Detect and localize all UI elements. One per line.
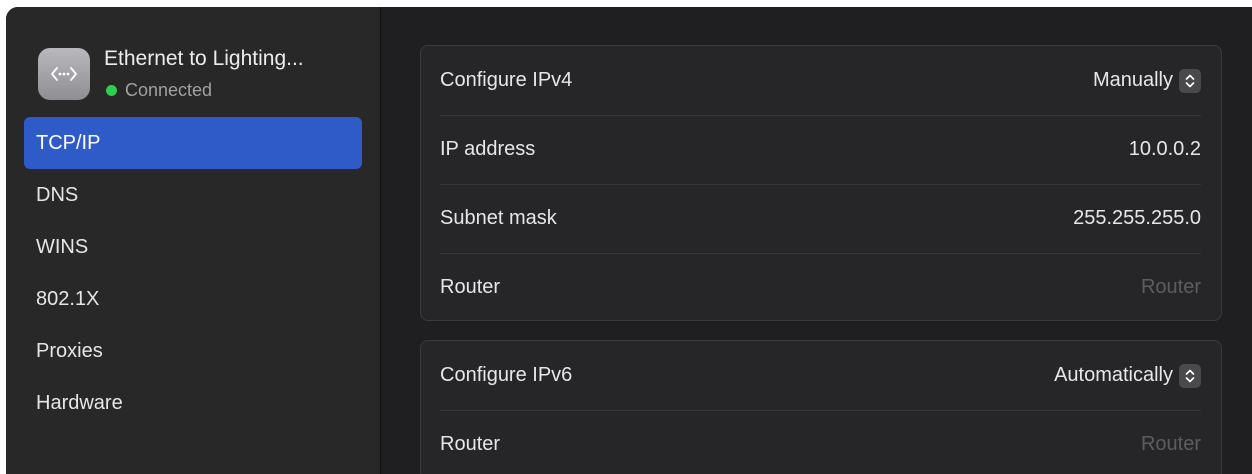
ipv6-router-row: Router Router [421, 410, 1221, 474]
sidebar: Ethernet to Lighting... Connected TCP/IP… [6, 7, 381, 474]
subnet-mask-label: Subnet mask [440, 207, 557, 229]
device-header: Ethernet to Lighting... Connected [36, 43, 366, 103]
chevron-up-down-icon [1179, 68, 1201, 93]
configure-ipv6-popup[interactable]: Automatically [1054, 363, 1201, 388]
status-text: Connected [125, 80, 213, 100]
ipv6-router-label: Router [440, 433, 501, 455]
configure-ipv4-popup[interactable]: Manually [1092, 68, 1201, 93]
ipv4-router-field[interactable]: Router [1141, 276, 1201, 299]
ipv4-settings-card: Configure IPv4 Manually IP address 10.0.… [420, 45, 1222, 321]
configure-ipv6-label: Configure IPv6 [440, 364, 573, 386]
sidebar-item-proxies[interactable]: Proxies [24, 325, 362, 377]
ip-address-row: IP address 10.0.0.2 [421, 115, 1221, 184]
ipv6-settings-card: Configure IPv6 Automatically Router Rout… [420, 340, 1222, 474]
configure-ipv4-value: Manually [1092, 69, 1173, 91]
configure-ipv6-row: Configure IPv6 Automatically [421, 341, 1221, 410]
ipv6-router-value: Router [1140, 433, 1201, 455]
sidebar-item-dns[interactable]: DNS [24, 169, 362, 221]
ethernet-icon [38, 48, 90, 100]
configure-ipv6-value: Automatically [1054, 364, 1173, 386]
configure-ipv4-label: Configure IPv4 [440, 69, 573, 91]
sidebar-nav: TCP/IP DNS WINS 802.1X Proxies Hardware [24, 117, 362, 429]
sidebar-item-8021x[interactable]: 802.1X [24, 273, 362, 325]
chevron-up-down-icon [1179, 363, 1201, 388]
status-dot-icon [106, 85, 117, 96]
ipv4-router-row: Router Router [421, 253, 1221, 322]
ip-address-field[interactable]: 10.0.0.2 [1129, 138, 1201, 161]
ipv4-router-label: Router [440, 276, 501, 298]
connection-status: Connected [106, 80, 212, 101]
subnet-mask-row: Subnet mask 255.255.255.0 [421, 184, 1221, 253]
configure-ipv4-row: Configure IPv4 Manually [421, 46, 1221, 115]
ip-address-label: IP address [440, 138, 536, 160]
subnet-mask-field[interactable]: 255.255.255.0 [1073, 207, 1201, 230]
sidebar-item-wins[interactable]: WINS [24, 221, 362, 273]
network-settings-window: Ethernet to Lighting... Connected TCP/IP… [6, 7, 1252, 474]
device-name: Ethernet to Lighting... [104, 47, 304, 70]
sidebar-item-hardware[interactable]: Hardware [24, 377, 362, 429]
sidebar-item-tcpip[interactable]: TCP/IP [24, 117, 362, 169]
